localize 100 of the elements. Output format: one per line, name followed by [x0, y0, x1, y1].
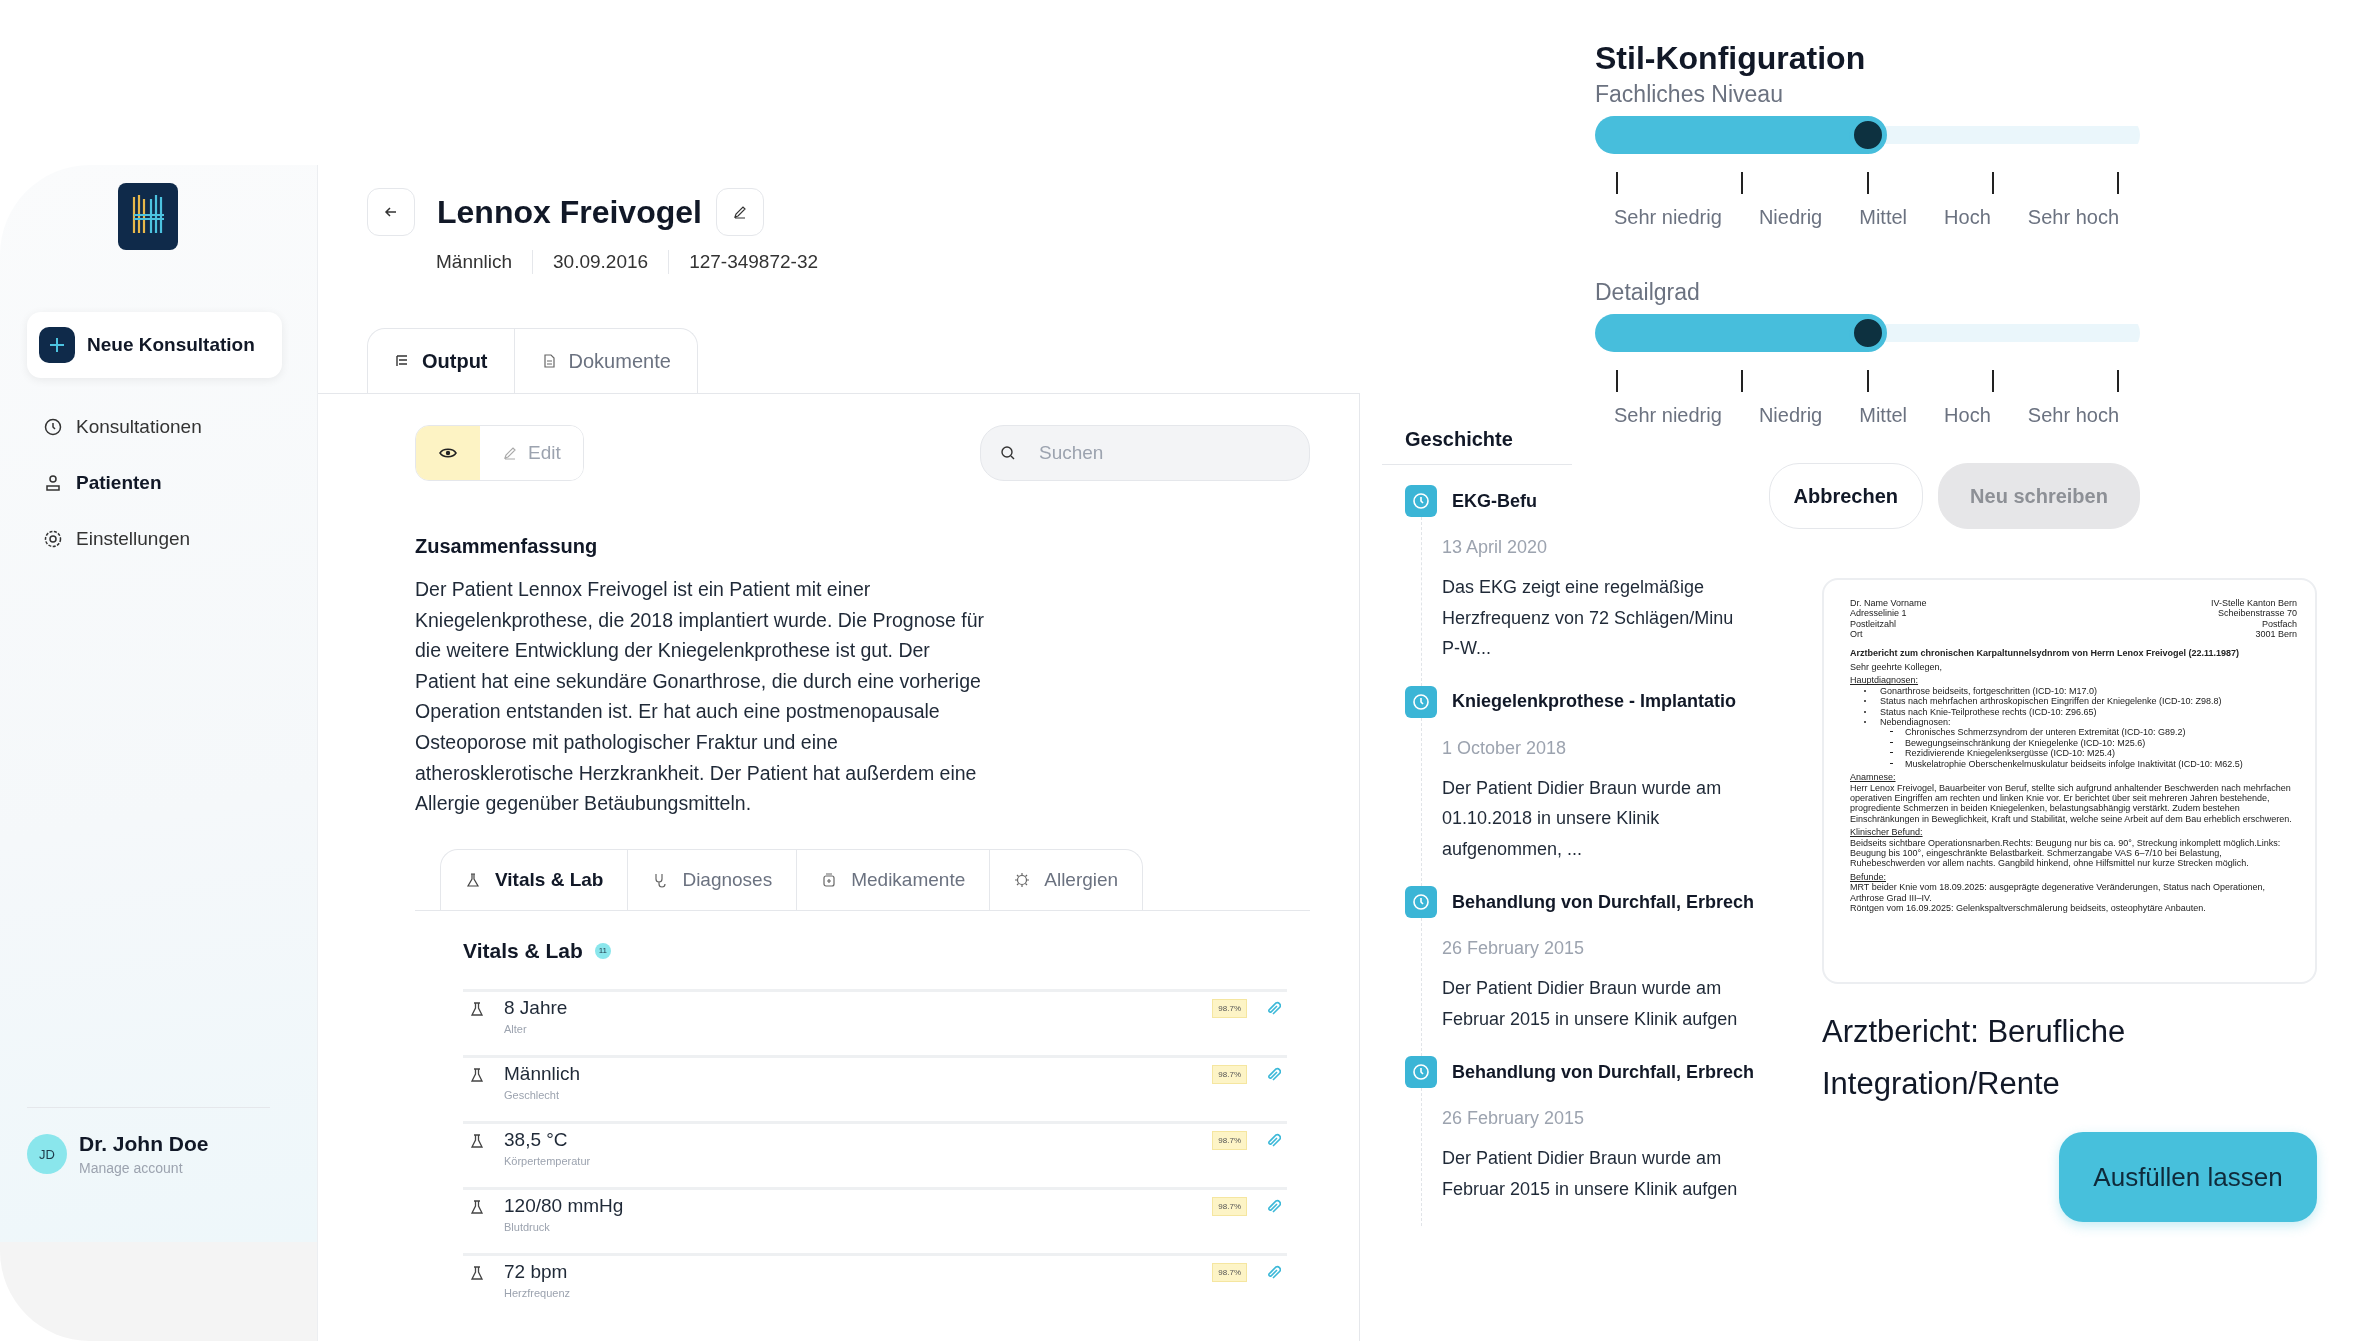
pencil-icon — [731, 204, 748, 220]
confidence-badge: 98.7% — [1212, 1064, 1247, 1084]
pencil-icon — [502, 445, 518, 461]
patient-detail: Männlich — [436, 251, 513, 273]
section-title: Vitals & Lab — [463, 938, 583, 963]
confidence-badge: 98.7% — [1212, 1196, 1247, 1216]
paperclip-icon[interactable] — [1265, 1000, 1281, 1017]
edit-name-button[interactable] — [715, 188, 764, 236]
history-entry-title[interactable]: Behandlung von Durchfall, Erbrech — [1452, 891, 1755, 913]
history-entry-title[interactable]: Behandlung von Durchfall, Erbrech — [1452, 1061, 1755, 1083]
vital-value: 38,5 °C — [504, 1128, 569, 1151]
patient-name: Lennox Freivogel — [437, 193, 702, 231]
back-button[interactable] — [367, 188, 415, 236]
document-paragraph: Herr Lenox Freivogel, Bauarbeiter von Beruf, stellte sich aufgrund anhaltender Beschwerden nach mehrfachen operativen Eingriffen am rechten und linken Knie vor. Er berichtet über seit mehreren Jahren bestehende, progrediente Schmerzen in beiden Kniegelenken, belastungsabhängig verstärkt. Zudem bestehen Einschränkungen in Beweglichkeit, Kraft und Stabilität, welche seine Arbeit auf dem Bau erheblich erschweren. — [1850, 782, 2293, 825]
tick-label: Sehr hoch — [2027, 206, 2119, 229]
search-icon — [1000, 445, 1016, 461]
history-date: 1 October 2018 — [1442, 737, 1568, 759]
dash-mark — [1890, 752, 1893, 754]
clock-icon — [1405, 1056, 1437, 1088]
vital-value: Männlich — [504, 1062, 582, 1085]
vital-label: Herzfrequenz — [504, 1286, 572, 1299]
tab[interactable]: Dokumente — [513, 329, 697, 393]
patient-detail: 127-349872-32 — [689, 251, 819, 273]
clock-icon — [1405, 886, 1437, 918]
document-preview[interactable] — [1822, 578, 2317, 984]
vital-label: Alter — [504, 1022, 528, 1035]
slider-label: Detailgrad — [1595, 279, 1701, 306]
tab[interactable]: Medikamente — [796, 849, 990, 910]
history-description: Das EKG zeigt eine regelmäßige Herzfrequenz von 72 Schlägen/Minu P-W... — [1442, 576, 1735, 660]
tick-label: Hoch — [1944, 206, 1991, 229]
history-description: Der Patient Didier Braun wurde am 01.10.2018 in unsere Klinik aufgenommen, ... — [1442, 776, 1723, 861]
paperclip-icon[interactable] — [1265, 1198, 1281, 1215]
flask-icon — [469, 1066, 485, 1083]
tab[interactable]: Output — [368, 329, 514, 393]
paperclip-icon[interactable] — [1265, 1132, 1281, 1149]
nav-item[interactable]: Patienten — [27, 466, 202, 500]
clock-icon — [43, 417, 63, 437]
history-entry-title[interactable]: EKG-Befu — [1452, 490, 1537, 512]
patient-detail: 30.09.2016 — [553, 251, 649, 273]
nav-item[interactable]: Einstellungen — [27, 522, 202, 556]
tab[interactable]: Vitals & Lab — [441, 849, 628, 910]
confidence-badge: 98.7% — [1212, 998, 1247, 1018]
tick-label: Sehr niedrig — [1614, 206, 1722, 229]
document-paragraph: Röntgen vom 16.09.2025: Gelenkspaltverschmälerung beidseits, osteophytäre Anbauten. — [1850, 902, 2207, 914]
confidence-badge: 98.7% — [1212, 1262, 1247, 1282]
document-heading: Hauptdiagnosen: — [1850, 675, 1919, 686]
document-greeting: Sehr geehrte Kollegen, — [1850, 662, 1944, 673]
tab[interactable]: Diagnoses — [627, 849, 797, 910]
recipient-line: 3001 Bern — [2255, 629, 2297, 640]
tick-label: Mittel — [1859, 404, 1908, 427]
slider-track[interactable] — [1595, 314, 2140, 352]
new-consultation-button[interactable]: Neue Konsultation — [27, 312, 282, 378]
vital-value: 120/80 mmHg — [504, 1194, 625, 1217]
view-mode-button[interactable] — [416, 426, 480, 480]
sender-line: Adresselinie 1 — [1850, 608, 1908, 619]
document-subject: Arztbericht zum chronischen Karpaltunnelsydnrom von Herrn Lenox Freivogel (22.11.1987) — [1850, 647, 2241, 659]
vital-label: Blutdruck — [504, 1220, 551, 1233]
document-bullet: Status nach mehrfachen arthroskopischen Eingriffen der Kniegelenke (ICD-10: Z98.8) — [1880, 696, 2222, 707]
paperclip-icon[interactable] — [1265, 1264, 1281, 1281]
section-title: Zusammenfassung — [415, 535, 599, 558]
summary-text: Der Patient Lennox Freivogel ist ein Patient mit einer Kniegelenkprothese, die 2018 implantiert wurde. Die Prognose für die weitere Entwicklung der Kniegelenkprothese ist gut. Der Patient hat eine sekundäre Gonarthrose, die durch eine vorherige Operation entstanden ist. Er hat auch eine postmenopausale Osteoporose mit pathologischer Fraktur und eine atherosklerotische Herzkrankheit. Der Patient hat außerdem eine Allergie gegenüber Betäubungsmitteln. — [415, 577, 986, 817]
nav-item[interactable]: Konsultationen — [27, 410, 202, 444]
document-bullet: Bewegungseinschränkung der Kniegelenke (ICD-10: M25.6) — [1905, 737, 2146, 749]
document-heading: Anamnese: — [1850, 772, 1896, 783]
dash-mark — [1890, 731, 1893, 733]
paperclip-icon[interactable] — [1265, 1066, 1281, 1083]
history-date: 26 February 2015 — [1442, 938, 1586, 959]
document-bullet: Gonarthrose beidseits, fortgeschritten (ICD-10: M17.0) — [1880, 685, 2098, 697]
cancel-button[interactable]: Abbrechen — [1768, 463, 1923, 529]
history-date: 26 February 2015 — [1442, 1108, 1586, 1129]
tab[interactable]: Allergien — [989, 849, 1143, 910]
search-field[interactable]: Suchen — [980, 425, 1310, 481]
person-icon — [43, 473, 63, 493]
user-name: Dr. John Doe — [79, 1132, 209, 1156]
stethoscope-icon — [652, 871, 669, 888]
virus-icon — [1014, 871, 1031, 888]
pill-bottle-icon — [821, 871, 838, 888]
history-entry-title[interactable]: Kniegelenkprothese - Implantatio — [1452, 691, 1737, 712]
avatar[interactable]: JD — [27, 1134, 67, 1174]
autofill-button[interactable]: Ausfüllen lassen — [2059, 1132, 2317, 1222]
tick-label: Sehr niedrig — [1614, 404, 1722, 427]
document-bullet: Chronisches Schmerzsyndrom der unteren Extremität (ICD-10: G89.2) — [1905, 727, 2186, 738]
document-title: Arztbericht: Berufliche Integration/Rente — [1822, 1013, 2127, 1103]
document-paragraph: MRT beider Knie vom 18.09.2025: ausgeprägte degenerative Veränderungen, Status nach Operationen, Arthrose Grad III–IV. — [1850, 882, 2266, 903]
recipient-line: Scheibenstrasse 70 — [2217, 608, 2297, 619]
tick-label: Niedrig — [1758, 404, 1823, 427]
dash-mark — [1890, 741, 1893, 743]
slider-track[interactable] — [1595, 116, 2140, 154]
panel-title: Stil-Konfiguration — [1595, 40, 1867, 77]
document-bullet: Status nach Knie-Teilprothese rechts (ICD-10: Z96.65) — [1880, 706, 2097, 718]
flask-icon — [469, 1000, 485, 1017]
logo-icon — [118, 183, 178, 250]
vital-label: Geschlecht — [504, 1088, 561, 1101]
tick-label: Hoch — [1944, 404, 1991, 427]
document-heading: Klinischer Befund: — [1850, 827, 1923, 838]
document-paragraph: Beidseits sichtbare Operationsnarben.Rechts: Beugung nur bis ca. 90°, Streckung inkomplett möglich.Links: Beugung bis 100°, eingeschränkte Belastbarkeit. Schmerzangabe VAS 6–7/10 bei Belastung, Ruhebeschwerden vor allem nachts. Gangbild hinkend, ohne Hilfsmittel nur kurze Strecken möglich. — [1850, 837, 2282, 869]
confidence-badge: 98.7% — [1212, 1130, 1247, 1150]
sender-line: Ort — [1850, 629, 1864, 640]
sender-line: Dr. Name Vorname — [1850, 598, 1927, 609]
clock-icon — [1405, 685, 1437, 718]
